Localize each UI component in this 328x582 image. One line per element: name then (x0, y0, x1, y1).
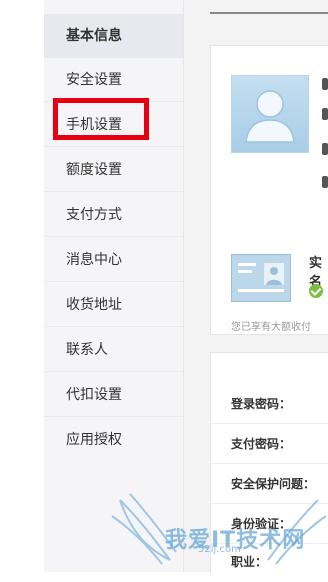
profile-text-fragment (322, 143, 328, 155)
sidebar-item-payment-methods[interactable]: 支付方式 (44, 193, 183, 237)
sidebar-item-message-center[interactable]: 消息中心 (44, 238, 183, 282)
sidebar-item-basic-info[interactable]: 基本信息 (44, 14, 183, 58)
verified-check-icon (309, 284, 323, 298)
sidebar-item-security-settings[interactable]: 安全设置 (44, 58, 183, 102)
sidebar-item-shipping-address[interactable]: 收货地址 (44, 283, 183, 327)
sidebar-item-limit-settings[interactable]: 额度设置 (44, 148, 183, 192)
sidebar-item-contacts[interactable]: 联系人 (44, 328, 183, 372)
profile-text-fragment (322, 78, 328, 90)
left-gutter (0, 0, 44, 572)
sidebar-item-phone-settings[interactable]: 手机设置 (44, 103, 183, 147)
profile-text-fragment (322, 176, 328, 188)
user-silhouette-icon (245, 90, 295, 143)
sidebar-item-auto-debit[interactable]: 代扣设置 (44, 373, 183, 417)
payment-password-row: 支付密码： (210, 424, 328, 464)
avatar[interactable] (231, 75, 309, 153)
top-divider (210, 12, 328, 14)
sidebar-nav: 基本信息 安全设置 手机设置 额度设置 支付方式 消息中心 收货地址 联系人 代… (44, 0, 184, 572)
login-password-row: 登录密码： (210, 384, 328, 424)
sidebar-item-app-authorization[interactable]: 应用授权 (44, 418, 183, 462)
security-question-row: 安全保护问题： (210, 464, 328, 504)
verification-description: 您已享有大额收付 (231, 322, 311, 333)
watermark-subtext: 52ij.com (198, 544, 241, 555)
id-card-icon (231, 254, 291, 302)
profile-text-fragment (322, 108, 328, 120)
